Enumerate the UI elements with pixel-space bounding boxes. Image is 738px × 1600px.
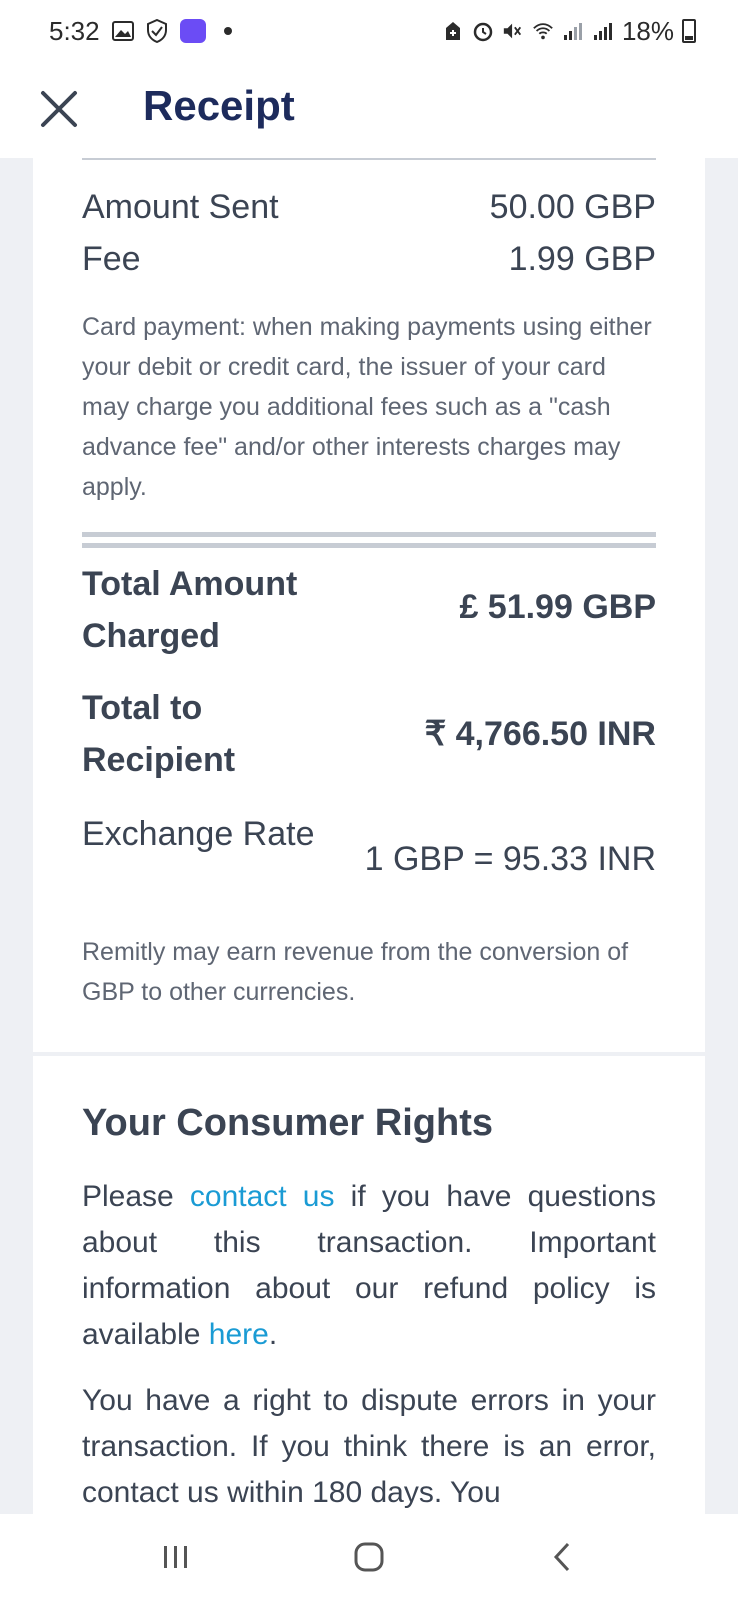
signal-icon xyxy=(562,20,584,42)
double-divider xyxy=(82,532,656,548)
total-charged-label: Total Amount Charged xyxy=(82,565,298,655)
notification-dot-icon xyxy=(223,27,232,35)
close-icon xyxy=(41,91,77,127)
app-header: Receipt xyxy=(0,62,738,158)
divider xyxy=(82,158,656,160)
total-charged-value: £ 51.99 GBP xyxy=(459,588,656,626)
home-icon xyxy=(354,1542,384,1572)
revenue-note: Remitly may earn revenue from the conver… xyxy=(82,938,629,1006)
consumer-rights-paragraph: Please contact us if you have questions … xyxy=(82,1180,656,1351)
amount-sent-label: Amount Sent xyxy=(82,188,279,226)
shield-icon xyxy=(146,19,168,43)
receipt-card: Amount Sent 50.00 GBP Fee 1.99 GBP Card … xyxy=(33,158,705,1578)
exchange-rate-label: Exchange Rate xyxy=(82,815,315,853)
mute-icon xyxy=(502,20,524,42)
refund-policy-link[interactable]: here xyxy=(209,1318,269,1351)
dispute-paragraph: You have a right to dispute errors in yo… xyxy=(82,1384,656,1509)
app-badge-icon xyxy=(179,19,206,43)
battery-saver-icon xyxy=(442,20,464,42)
exchange-rate-value: 1 GBP = 95.33 INR xyxy=(364,840,656,878)
back-button[interactable] xyxy=(532,1527,592,1587)
fee-label: Fee xyxy=(82,240,141,278)
back-icon xyxy=(553,1542,569,1572)
amount-sent-value: 50.00 GBP xyxy=(489,188,656,226)
fee-value: 1.99 GBP xyxy=(508,240,656,278)
page-title: Receipt xyxy=(143,82,295,129)
gallery-icon xyxy=(111,20,134,42)
fee-row: Fee 1.99 GBP xyxy=(82,240,656,279)
home-button[interactable] xyxy=(339,1527,399,1587)
recents-icon xyxy=(164,1546,188,1568)
recents-button[interactable] xyxy=(146,1527,206,1587)
total-recipient-value: ₹ 4,766.50 INR xyxy=(424,715,656,753)
section-divider xyxy=(33,1052,705,1056)
navigation-bar xyxy=(0,1514,738,1600)
status-time: 5:32 xyxy=(49,15,100,46)
card-payment-note: Card payment: when making payments using… xyxy=(82,313,652,501)
total-recipient-label: Total to Recipient xyxy=(82,689,236,779)
battery-icon xyxy=(682,19,696,43)
battery-percent: 18% xyxy=(621,15,674,46)
status-bar: 5:32 18% xyxy=(0,0,738,62)
close-button[interactable] xyxy=(34,84,84,134)
signal-icon xyxy=(592,20,614,42)
consumer-rights-heading: Your Consumer Rights xyxy=(82,1102,493,1144)
amount-sent-row: Amount Sent 50.00 GBP xyxy=(82,188,656,227)
alarm-icon xyxy=(472,20,494,42)
wifi-icon xyxy=(532,20,554,42)
contact-us-link[interactable]: contact us xyxy=(190,1180,335,1213)
